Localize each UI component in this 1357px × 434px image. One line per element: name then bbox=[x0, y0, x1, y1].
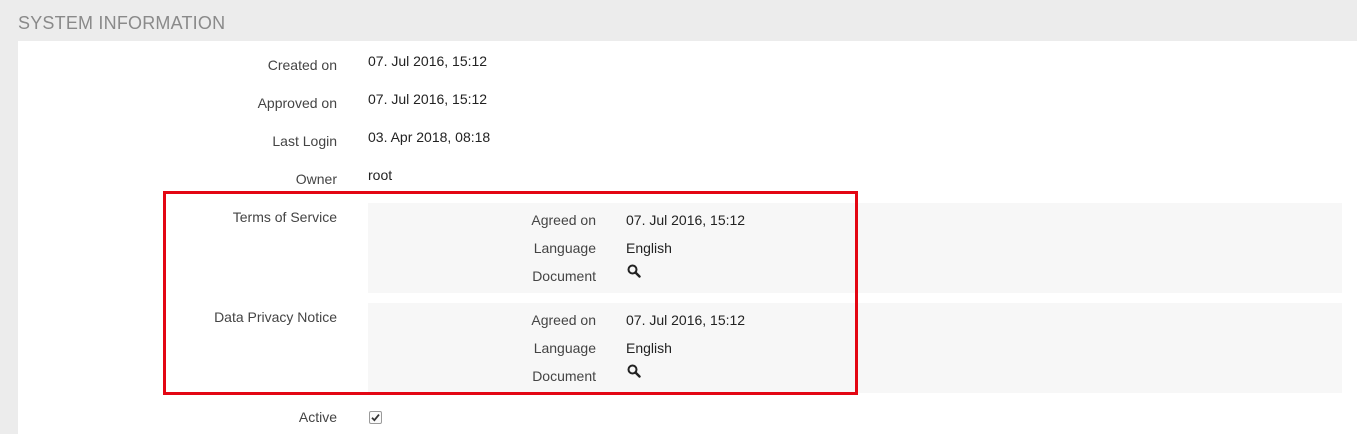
last-login-label: Last Login bbox=[272, 133, 337, 149]
terms-of-service-label: Terms of Service bbox=[232, 209, 337, 225]
tos-document-label: Document bbox=[532, 268, 596, 284]
section-title: SYSTEM INFORMATION bbox=[18, 13, 226, 33]
tos-agreed-on-label: Agreed on bbox=[531, 212, 596, 228]
active-label: Active bbox=[298, 409, 337, 425]
search-icon[interactable] bbox=[627, 264, 641, 278]
data-privacy-notice-details: Agreed on 07. Jul 2016, 15:12 Language E… bbox=[368, 303, 1342, 393]
last-login-value: 03. Apr 2018, 08:18 bbox=[368, 129, 491, 145]
approved-on-label: Approved on bbox=[257, 95, 337, 111]
terms-of-service-details: Agreed on 07. Jul 2016, 15:12 Language E… bbox=[368, 203, 1342, 293]
tos-agreed-on-value: 07. Jul 2016, 15:12 bbox=[626, 212, 746, 228]
dpn-language-value: English bbox=[626, 340, 672, 356]
owner-value: root bbox=[368, 167, 393, 183]
dpn-agreed-on-label: Agreed on bbox=[531, 312, 596, 328]
system-information-panel: Created on 07. Jul 2016, 15:12 Approved … bbox=[18, 41, 1357, 434]
dpn-agreed-on-value: 07. Jul 2016, 15:12 bbox=[626, 312, 746, 328]
dpn-language-label: Language bbox=[533, 340, 596, 356]
owner-label: Owner bbox=[295, 171, 337, 187]
tos-language-label: Language bbox=[533, 240, 596, 256]
data-privacy-notice-label: Data Privacy Notice bbox=[214, 309, 337, 325]
active-checkbox[interactable] bbox=[369, 411, 382, 424]
dpn-document-label: Document bbox=[532, 368, 596, 384]
created-on-label: Created on bbox=[267, 57, 337, 73]
search-icon[interactable] bbox=[627, 364, 641, 378]
created-on-value: 07. Jul 2016, 15:12 bbox=[368, 53, 488, 69]
tos-language-value: English bbox=[626, 240, 672, 256]
approved-on-value: 07. Jul 2016, 15:12 bbox=[368, 91, 488, 107]
